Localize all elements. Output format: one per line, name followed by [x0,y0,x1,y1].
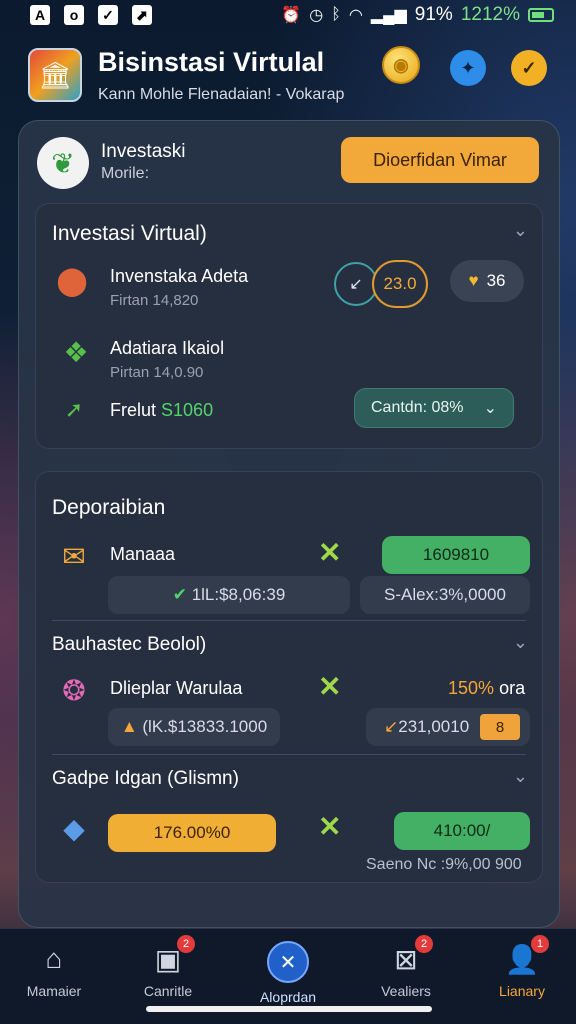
profile-name: Investaski [101,141,186,162]
rate-suffix: ora [499,678,526,698]
percentage-select[interactable]: Cantdn: 08% ⌄ [354,388,514,428]
battery-icon [528,8,554,22]
close-icon[interactable]: ✕ [318,670,341,703]
close-icon[interactable]: ✕ [318,810,341,843]
nav-item-active[interactable]: ✕ Aloprdan [238,941,338,1005]
heart-icon: ♥ [468,271,479,290]
deporaibian-card: Deporaibian ✉ Manaaa ✕ 1609810 ✔ 1lL:$8,… [35,471,543,883]
footer-text: Saeno Nc :9%,00 900 [366,856,522,873]
envelope-icon: ✉ [62,540,86,572]
app-subtitle: Kann Mohle Flenadaian! - Vokarap [98,85,345,103]
notification-icon: A [30,5,50,25]
row-label: Frelut S1060 [110,400,213,421]
card-title: Deporaibian [52,496,166,519]
main-panel: ❦ Investaski Morile: Dioerfidan Vimar In… [18,120,560,928]
nav-item-control[interactable]: ▣ 2 Canritle [118,935,218,999]
value-bar-left[interactable]: ✔ 1lL:$8,06:39 [108,576,350,614]
battery-percent: 91% [414,4,453,25]
row-subtitle: Pirtan 14,0.90 [110,364,204,381]
check-circle-icon[interactable]: ✓ [511,50,547,86]
chart-box-icon: ⊠ 2 [387,935,433,977]
app-logo-icon: 🏛 [28,48,82,102]
home-indicator[interactable] [146,1006,432,1012]
value-bar-left[interactable]: ▲ (lK.$13833.1000 [108,708,280,746]
divider [52,754,526,755]
count-badge: 8 [480,714,520,740]
value-bar-right[interactable]: S-Alex:3%,0000 [360,576,530,614]
primary-action-button[interactable]: Dioerfidan Vimar [341,137,539,183]
row-title: Manaaa [110,544,176,564]
ring-indicator-b: 23.0 [372,260,428,308]
value-bar-green[interactable]: 410:00/ [394,812,530,850]
arrow-up-icon: ▲ [120,717,143,736]
card-title: Investasi Virtual) [52,222,207,245]
signal-icon: ▂▄▆ [370,7,407,24]
ring-indicators[interactable]: ↙ 23.0 [334,260,430,308]
select-value: Cantdn: 08% [371,399,464,416]
home-icon: ⌂ [45,943,63,974]
profit-value: S1060 [161,400,214,420]
nav-label: Vealiers [381,983,431,999]
row-title: Invenstaka Adeta [110,266,249,286]
notification-badge: 2 [415,935,433,953]
app-header: 🏛 Bisinstasi Virtulal Kann Mohle Flenada… [14,34,562,116]
check-icon: ✓ [98,5,118,25]
row-title: Dlieplar Warulaa [110,678,243,698]
nav-item-home[interactable]: ⌂ Mamaier [4,941,104,999]
rate-percent: 150% [448,678,495,698]
close-icon[interactable]: ✕ [318,536,341,569]
nav-label: Mamaier [26,983,82,999]
circles-icon: ❂ [62,674,86,706]
favorite-pill[interactable]: ♥ 36 [450,260,524,302]
value-bar-green[interactable]: 1609810 [382,536,530,574]
clock-text: 1212% [460,4,520,25]
divider [52,620,526,621]
handshake-icon: ❖ [63,336,89,368]
favorite-count: 36 [486,271,506,290]
leaf-logo-icon: ❦ [37,137,89,189]
butterfly-icon[interactable]: ✦ [450,50,486,86]
nav-item-library[interactable]: 👤 1 Lianary [472,935,572,999]
arrow-icon: ⬈ [132,5,152,25]
cards-icon: ⬤ [56,264,88,296]
status-bar: A o ✓ ⬈ ⏰ ◷ ᛒ ◠ ▂▄▆ 91% 1212% [0,0,576,30]
wifi-icon: ◠ [348,7,363,24]
clock-icon: ◷ [309,7,324,24]
chevron-down-icon[interactable]: ⌄ [513,766,528,787]
profit-label: Frelut [110,400,157,420]
arrow-down-icon: ↙ [384,717,399,736]
app-title: Bisinstasi Virtulal [98,46,325,77]
check-icon: ✔ [172,585,192,604]
alarm-icon: ⏰ [281,7,302,24]
coin-icon[interactable]: ◉ [382,46,420,84]
section-title: Bauhastec Beolol) [52,634,207,655]
value-text: 1lL:$8,06:39 [191,585,286,604]
chart-icon: ✕ [267,941,309,983]
chevron-down-icon: ⌄ [483,400,497,417]
camera-icon: o [64,5,84,25]
trend-arrow-icon: ➚ [64,397,84,422]
bluetooth-icon: ᛒ [331,6,341,23]
profile-subtitle: Morile: [101,165,150,182]
chevron-down-icon[interactable]: ⌄ [513,220,528,241]
investasi-card: Investasi Virtual) ⌄ ⬤ Invenstaka Adeta … [35,203,543,449]
nav-label: Lianary [499,983,545,999]
cards-stack-icon: ◆ [63,812,85,844]
notification-badge: 2 [177,935,195,953]
value-text: 231,0010 [398,717,470,736]
rate-value: 150% ora [448,678,525,699]
profile-row: ❦ Investaski Morile: Dioerfidan Vimar [37,137,539,193]
notification-badge: 1 [531,935,549,953]
user-icon: 👤 1 [503,935,549,977]
value-bar-orange[interactable]: 176.00%0 [108,814,276,852]
monitor-icon: ▣ 2 [149,935,195,977]
section-title: Gadpe Idgan (Glismn) [52,768,239,789]
nav-label: Aloprdan [259,989,317,1005]
nav-item-values[interactable]: ⊠ 2 Vealiers [356,935,456,999]
chevron-down-icon[interactable]: ⌄ [513,632,528,653]
row-title: Adatiara Ikaiol [110,338,225,358]
value-text: (lK.$13833.1000 [142,717,268,736]
nav-label: Canritle [143,983,193,999]
row-subtitle: Firtan 14,820 [110,292,199,309]
